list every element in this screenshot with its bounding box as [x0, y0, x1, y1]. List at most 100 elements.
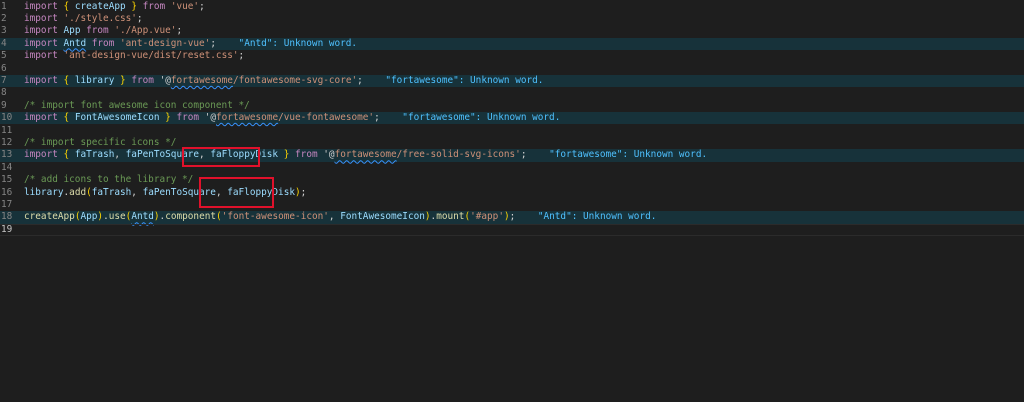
line-number: 18	[1, 211, 13, 223]
code-line-11[interactable]: 11	[0, 125, 1024, 137]
diagnostic-message: "fortawesome": Unknown word.	[402, 112, 561, 124]
line-number: 11	[1, 124, 13, 136]
code-token: from	[91, 37, 115, 49]
diagnostic-message: "fortawesome": Unknown word.	[385, 74, 544, 86]
code-text[interactable]: import { FontAwesomeIcon } from '@fortaw…	[24, 112, 560, 124]
code-token: App	[80, 211, 98, 223]
code-text[interactable]: import './style.css';	[24, 13, 143, 25]
code-token: ,	[328, 211, 341, 223]
code-line-5[interactable]: 5 import 'ant-design-vue/dist/reset.css';	[0, 50, 1024, 62]
line-number: 16	[1, 186, 13, 198]
code-token: import	[24, 25, 58, 37]
code-token: 'ant-design-vue/dist/reset.css'	[63, 50, 239, 62]
code-text[interactable]: import { faTrash, faPenToSquare, faFlopp…	[24, 149, 707, 161]
code-token: 'ant-design-vue'	[120, 37, 211, 49]
line-number: 6	[1, 62, 7, 74]
code-token: 'font-awesome-icon'	[221, 211, 329, 223]
diagnostic-message: "Antd": Unknown word.	[537, 211, 657, 223]
code-token: import	[24, 149, 58, 161]
code-token: 'vue'	[170, 0, 200, 12]
code-text[interactable]: import 'ant-design-vue/dist/reset.css';	[24, 50, 244, 62]
line-number: 15	[1, 174, 13, 186]
code-text[interactable]: /* add icons to the library */	[24, 174, 193, 186]
code-line-17[interactable]: 17	[0, 199, 1024, 211]
code-line-19[interactable]: 19	[0, 223, 1024, 237]
diagnostic-message: "Antd": Unknown word.	[238, 37, 358, 49]
code-token: /* import font awesome icon component */	[24, 99, 250, 111]
code-token: '#app'	[470, 211, 504, 223]
code-token: faTrash	[91, 186, 132, 198]
line-number: 1	[1, 0, 7, 12]
line-number: 4	[1, 37, 7, 49]
line-number: 13	[1, 149, 13, 161]
code-token: faPenToSquare	[125, 149, 200, 161]
code-token: fortawesome	[334, 149, 397, 161]
code-token: library	[74, 74, 115, 86]
line-number: 17	[1, 198, 13, 210]
code-line-15[interactable]: 15 /* add icons to the library */	[0, 174, 1024, 186]
code-token: ;	[136, 12, 143, 24]
code-line-14[interactable]: 14	[0, 162, 1024, 174]
code-token: import	[24, 112, 58, 124]
code-text[interactable]: import App from './App.vue';	[24, 25, 182, 37]
code-line-3[interactable]: 3 import App from './App.vue';	[0, 25, 1024, 37]
code-text[interactable]: /* import font awesome icon component */	[24, 100, 250, 112]
code-line-9[interactable]: 9 /* import font awesome icon component *…	[0, 100, 1024, 112]
code-text[interactable]: import { createApp } from 'vue';	[24, 1, 205, 13]
line-number: 10	[1, 112, 13, 124]
code-line-4[interactable]: 4 import Antd from 'ant-design-vue'; "Ant…	[0, 37, 1024, 51]
line-number: 8	[1, 87, 7, 99]
code-token: ;	[300, 186, 307, 198]
code-token: ;	[176, 25, 183, 37]
code-line-8[interactable]: 8	[0, 87, 1024, 99]
code-token: fortawesome	[216, 112, 279, 124]
code-token: /* import specific icons */	[24, 136, 177, 148]
line-number: 5	[1, 50, 7, 62]
code-line-13[interactable]: 13 import { faTrash, faPenToSquare, faFlo…	[0, 149, 1024, 162]
code-token: faFloppyDisk	[227, 186, 295, 198]
code-token: Antd	[131, 211, 154, 223]
code-token: ;	[199, 0, 205, 12]
code-token: App	[63, 25, 81, 37]
line-number: 12	[1, 136, 13, 148]
code-text[interactable]: createApp(App).use(Antd).component('font…	[24, 211, 656, 223]
code-token: faFloppyDisk	[210, 149, 279, 161]
code-line-7[interactable]: 7 import { library } from '@fortawesome/f…	[0, 74, 1024, 88]
code-line-10[interactable]: 10 import { FontAwesomeIcon } from '@fort…	[0, 112, 1024, 125]
code-token: from	[131, 74, 154, 86]
code-token: faTrash	[74, 149, 115, 161]
code-token: ,	[114, 149, 126, 161]
code-token: import	[24, 74, 58, 86]
code-token: from	[176, 112, 200, 124]
line-number: 19	[1, 223, 13, 235]
code-token: '@	[204, 112, 217, 124]
code-line-6[interactable]: 6	[0, 63, 1024, 75]
code-token: FontAwesomeIcon	[74, 112, 160, 124]
code-text[interactable]: import { library } from '@fortawesome/fo…	[24, 75, 543, 87]
code-token: mount	[436, 211, 465, 223]
code-token: ,	[199, 149, 211, 161]
code-token: FontAwesomeIcon	[340, 211, 425, 223]
code-line-18[interactable]: 18 createApp(App).use(Antd).component('fo…	[0, 211, 1024, 224]
code-text[interactable]: import Antd from 'ant-design-vue'; "Antd…	[24, 38, 357, 50]
code-line-16[interactable]: 16 library.add(faTrash, faPenToSquare, fa…	[0, 187, 1024, 199]
code-token: component	[165, 211, 217, 223]
code-token: import	[24, 37, 58, 49]
line-number: 9	[1, 99, 7, 111]
code-editor[interactable]: 1 import { createApp } from 'vue'; 2 import…	[0, 0, 1024, 402]
code-token: library	[24, 186, 64, 198]
code-token: '@	[159, 74, 171, 86]
line-number: 3	[1, 25, 7, 37]
code-token: /fontawesome-svg-core'	[232, 74, 358, 86]
code-line-1[interactable]: 1 import { createApp } from 'vue';	[0, 1, 1024, 13]
code-text[interactable]: library.add(faTrash, faPenToSquare, faFl…	[24, 187, 306, 199]
line-number: 2	[1, 12, 7, 24]
code-token: './App.vue'	[114, 25, 177, 37]
code-line-12[interactable]: 12 /* import specific icons */	[0, 137, 1024, 149]
code-token: from	[295, 149, 318, 161]
code-line-2[interactable]: 2 import './style.css';	[0, 13, 1024, 25]
code-text[interactable]: /* import specific icons */	[24, 137, 176, 149]
